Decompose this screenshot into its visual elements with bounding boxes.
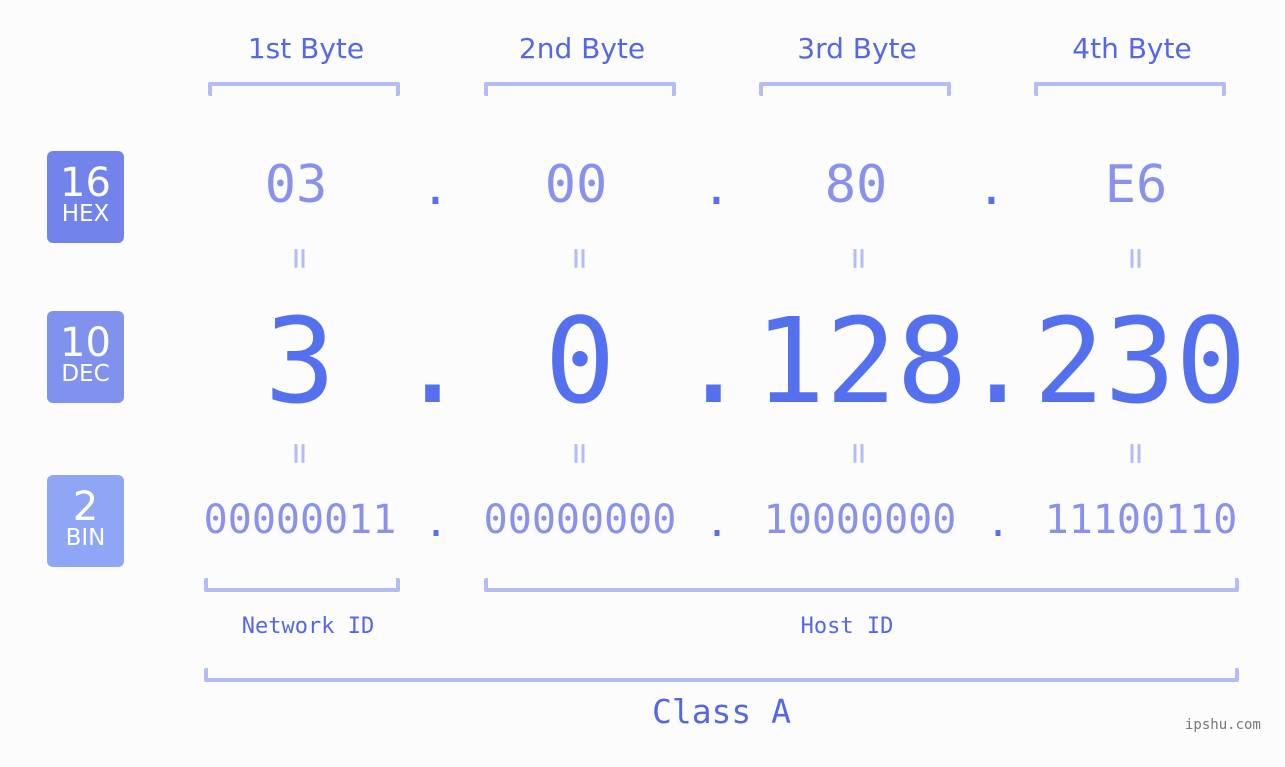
dec-byte-4: 230 xyxy=(1033,292,1247,430)
dec-badge: 10 DEC xyxy=(47,311,124,403)
bin-badge: 2 BIN xyxy=(47,475,124,567)
byte-bracket-3 xyxy=(759,82,951,96)
bin-byte-4: 11100110 xyxy=(1044,497,1238,543)
network-id-bracket xyxy=(204,578,400,592)
equals-sign: = xyxy=(559,442,601,465)
hex-badge: 16 HEX xyxy=(47,151,124,243)
equals-sign: = xyxy=(1115,247,1157,270)
bin-separator: . xyxy=(424,500,449,546)
bin-byte-3: 10000000 xyxy=(763,497,957,543)
dec-byte-3: 128 xyxy=(754,292,968,430)
dec-byte-1: 3 xyxy=(264,292,336,430)
equals-sign: = xyxy=(279,247,321,270)
dec-separator: . xyxy=(962,292,1034,430)
watermark: ipshu.com xyxy=(1185,717,1261,733)
dec-byte-2: 0 xyxy=(544,292,616,430)
hex-byte-3: 80 xyxy=(824,155,888,215)
equals-sign: = xyxy=(838,247,880,270)
hex-byte-4: E6 xyxy=(1104,155,1168,215)
bin-badge-label: BIN xyxy=(65,525,106,551)
equals-sign: = xyxy=(838,442,880,465)
byte-header-3: 3rd Byte xyxy=(797,32,917,65)
host-id-bracket xyxy=(484,578,1239,592)
equals-sign: = xyxy=(1115,442,1157,465)
equals-sign: = xyxy=(279,442,321,465)
bin-badge-number: 2 xyxy=(72,484,99,530)
bin-separator: . xyxy=(986,500,1011,546)
bin-byte-1: 00000011 xyxy=(203,497,397,543)
hex-badge-label: HEX xyxy=(61,201,110,227)
class-bracket xyxy=(204,668,1239,682)
hex-separator: . xyxy=(702,160,731,216)
equals-sign: = xyxy=(559,247,601,270)
hex-separator: . xyxy=(421,160,450,216)
hex-byte-2: 00 xyxy=(544,155,608,215)
network-id-label: Network ID xyxy=(241,614,375,639)
byte-bracket-2 xyxy=(484,82,676,96)
hex-byte-1: 03 xyxy=(264,155,328,215)
hex-badge-number: 16 xyxy=(60,160,111,206)
bin-separator: . xyxy=(705,500,730,546)
byte-header-2: 2nd Byte xyxy=(518,32,646,65)
dec-separator: . xyxy=(397,292,469,430)
bin-byte-2: 00000000 xyxy=(483,497,677,543)
dec-badge-number: 10 xyxy=(60,320,111,366)
byte-bracket-1 xyxy=(208,82,400,96)
dec-badge-label: DEC xyxy=(61,361,110,387)
dec-separator: . xyxy=(678,292,750,430)
class-label: Class A xyxy=(651,692,792,731)
byte-header-1: 1st Byte xyxy=(247,32,365,65)
hex-separator: . xyxy=(977,160,1006,216)
byte-header-4: 4th Byte xyxy=(1072,32,1192,65)
byte-bracket-4 xyxy=(1034,82,1226,96)
host-id-label: Host ID xyxy=(800,614,894,639)
